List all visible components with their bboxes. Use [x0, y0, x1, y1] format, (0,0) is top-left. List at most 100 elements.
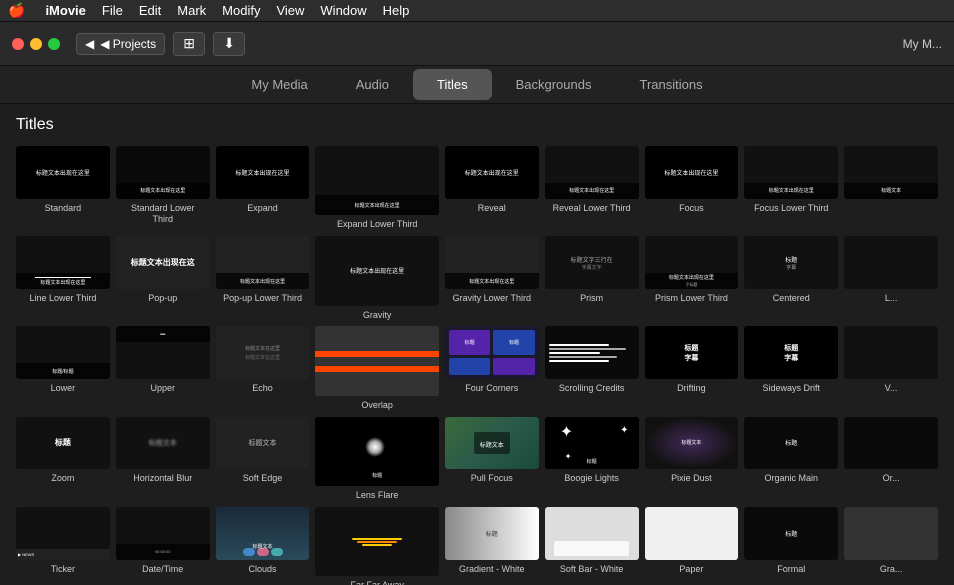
tile-paper[interactable]: Paper — [645, 507, 739, 585]
thumb-expand: 标题文本出现在这里 — [216, 146, 310, 199]
tile-standard[interactable]: 标题文本出现在这里 Standard — [16, 146, 110, 230]
minimize-button[interactable] — [30, 38, 42, 50]
tile-pop-up-lower-third[interactable]: 标题文本出现在这里 Pop-up Lower Third — [216, 236, 310, 320]
tile-organic-main[interactable]: 标题 Organic Main — [744, 417, 838, 501]
tile-lower[interactable]: 标题/标题 Lower — [16, 326, 110, 410]
tile-reveal[interactable]: 标题文本出现在这里 Reveal — [445, 146, 539, 230]
thumb-upper: ▬ — [116, 326, 210, 379]
grid-view-button[interactable]: ⊞ — [173, 32, 205, 56]
tile-prism-lower-third[interactable]: 标题文本出现在这里 子标题 Prism Lower Third — [645, 236, 739, 320]
projects-button[interactable]: ◀ ◀ Projects — [76, 33, 165, 55]
thumb-pixie-dust: 标题文本 — [645, 417, 739, 470]
label-pixie-dust: Pixie Dust — [671, 473, 712, 484]
tile-boogie-lights[interactable]: ✦ ✦ ✦ 标题 Boogie Lights — [545, 417, 639, 501]
label-standard-lower-third: Standard LowerThird — [131, 203, 195, 225]
menubar: 🍎 iMovie File Edit Mark Modify View Wind… — [0, 0, 954, 22]
apple-icon[interactable]: 🍎 — [8, 2, 25, 19]
thumb-partial-3 — [844, 326, 938, 379]
tile-zoom[interactable]: 标题 Zoom — [16, 417, 110, 501]
tile-four-corners[interactable]: 标题 标题 Four Corners — [445, 326, 539, 410]
thumb-formal: 标题 — [744, 507, 838, 560]
tile-gravity-lower-third[interactable]: 标题文本出现在这里 Gravity Lower Third — [445, 236, 539, 320]
maximize-button[interactable] — [48, 38, 60, 50]
tile-horizontal-blur[interactable]: 标题文本 Horizontal Blur — [116, 417, 210, 501]
tile-expand-lower-third[interactable]: 标题文本出现在这里 Expand Lower Third — [315, 146, 438, 230]
label-partial-5: Gra... — [880, 564, 903, 575]
tile-upper[interactable]: ▬ Upper — [116, 326, 210, 410]
tab-titles[interactable]: Titles — [413, 69, 492, 100]
menu-imovie[interactable]: iMovie — [45, 3, 85, 18]
close-button[interactable] — [12, 38, 24, 50]
thumb-lens-flare: 标题 — [315, 417, 438, 486]
label-four-corners: Four Corners — [465, 383, 518, 394]
tile-prism[interactable]: 标题文字三行在 字幕文字 Prism — [545, 236, 639, 320]
thumb-scrolling-credits — [545, 326, 639, 379]
toolbar-right-label: My M... — [903, 37, 942, 51]
label-lower: Lower — [51, 383, 76, 394]
content-area: Titles 标题文本出现在这里 Standard 标题文本出现在这里 Stan… — [0, 104, 954, 585]
tile-date-time[interactable]: 00:00:00 Date/Time — [116, 507, 210, 585]
label-centered: Centered — [773, 293, 810, 304]
label-horizontal-blur: Horizontal Blur — [133, 473, 192, 484]
thumb-prism: 标题文字三行在 字幕文字 — [545, 236, 639, 289]
tile-focus-lower-third[interactable]: 标题文本出现在这里 Focus Lower Third — [744, 146, 838, 230]
tile-partial-5[interactable]: Gra... — [844, 507, 938, 585]
tile-lens-flare[interactable]: 标题 Lens Flare — [315, 417, 438, 501]
tab-backgrounds[interactable]: Backgrounds — [492, 69, 616, 100]
section-title: Titles — [16, 116, 938, 134]
tile-partial-4[interactable]: Or... — [844, 417, 938, 501]
tile-overlap[interactable]: Overlap — [315, 326, 438, 410]
thumb-sideways-drift: 标题字幕 — [744, 326, 838, 379]
label-drifting: Drifting — [677, 383, 706, 394]
menu-file[interactable]: File — [102, 3, 123, 18]
label-date-time: Date/Time — [142, 564, 183, 575]
tile-echo[interactable]: 标题文本在这里 标题文本在这里 Echo — [216, 326, 310, 410]
tile-far-far-away[interactable]: Far Far Away — [315, 507, 438, 585]
tile-soft-bar-white[interactable]: Soft Bar - White — [545, 507, 639, 585]
tile-pull-focus[interactable]: 标题文本 Pull Focus — [445, 417, 539, 501]
label-paper: Paper — [679, 564, 703, 575]
tile-drifting[interactable]: 标题字幕 Drifting — [645, 326, 739, 410]
menu-window[interactable]: Window — [320, 3, 366, 18]
label-pull-focus: Pull Focus — [471, 473, 513, 484]
label-reveal: Reveal — [478, 203, 506, 214]
menu-help[interactable]: Help — [383, 3, 410, 18]
tile-expand[interactable]: 标题文本出现在这里 Expand — [216, 146, 310, 230]
tile-pop-up[interactable]: 标题文本出现在这 Pop-up — [116, 236, 210, 320]
tile-gradient-white[interactable]: 标题 Gradient - White — [445, 507, 539, 585]
thumb-clouds: 标题文本 — [216, 507, 310, 560]
import-button[interactable]: ⬇ — [213, 32, 245, 56]
tile-gravity[interactable]: 标题文本出现在这里 Gravity — [315, 236, 438, 320]
thumb-overlap — [315, 326, 438, 395]
tile-partial-3[interactable]: V... — [844, 326, 938, 410]
menu-view[interactable]: View — [276, 3, 304, 18]
label-far-far-away: Far Far Away — [350, 580, 403, 585]
tab-transitions[interactable]: Transitions — [615, 69, 726, 100]
tile-sideways-drift[interactable]: 标题字幕 Sideways Drift — [744, 326, 838, 410]
thumb-prism-lower-third: 标题文本出现在这里 子标题 — [645, 236, 739, 289]
thumb-focus-lower-third: 标题文本出现在这里 — [744, 146, 838, 199]
tile-partial-2[interactable]: L... — [844, 236, 938, 320]
tile-standard-lower-third[interactable]: 标题文本出现在这里 Standard LowerThird — [116, 146, 210, 230]
label-ticker: Ticker — [51, 564, 75, 575]
tile-clouds[interactable]: 标题文本 Clouds — [216, 507, 310, 585]
menu-edit[interactable]: Edit — [139, 3, 161, 18]
tab-my-media[interactable]: My Media — [227, 69, 331, 100]
tile-soft-edge[interactable]: 标题文本 Soft Edge — [216, 417, 310, 501]
tab-audio[interactable]: Audio — [332, 69, 413, 100]
tile-focus[interactable]: 标题文本出现在这里 Focus — [645, 146, 739, 230]
label-partial-3: V... — [885, 383, 898, 394]
tile-scrolling-credits[interactable]: Scrolling Credits — [545, 326, 639, 410]
tile-reveal-lower-third[interactable]: 标题文本出现在这里 Reveal Lower Third — [545, 146, 639, 230]
tile-pixie-dust[interactable]: 标题文本 Pixie Dust — [645, 417, 739, 501]
menu-mark[interactable]: Mark — [177, 3, 206, 18]
tile-line-lower-third[interactable]: 标题文本出现在这里 Line Lower Third — [16, 236, 110, 320]
tile-ticker[interactable]: ▶ NEWS Ticker — [16, 507, 110, 585]
thumb-date-time: 00:00:00 — [116, 507, 210, 560]
label-line-lower-third: Line Lower Third — [29, 293, 96, 304]
menu-modify[interactable]: Modify — [222, 3, 260, 18]
thumb-drifting: 标题字幕 — [645, 326, 739, 379]
tile-formal[interactable]: 标题 Formal — [744, 507, 838, 585]
tile-partial-1[interactable]: 标题文本 — [844, 146, 938, 230]
tile-centered[interactable]: 标题 字幕 Centered — [744, 236, 838, 320]
